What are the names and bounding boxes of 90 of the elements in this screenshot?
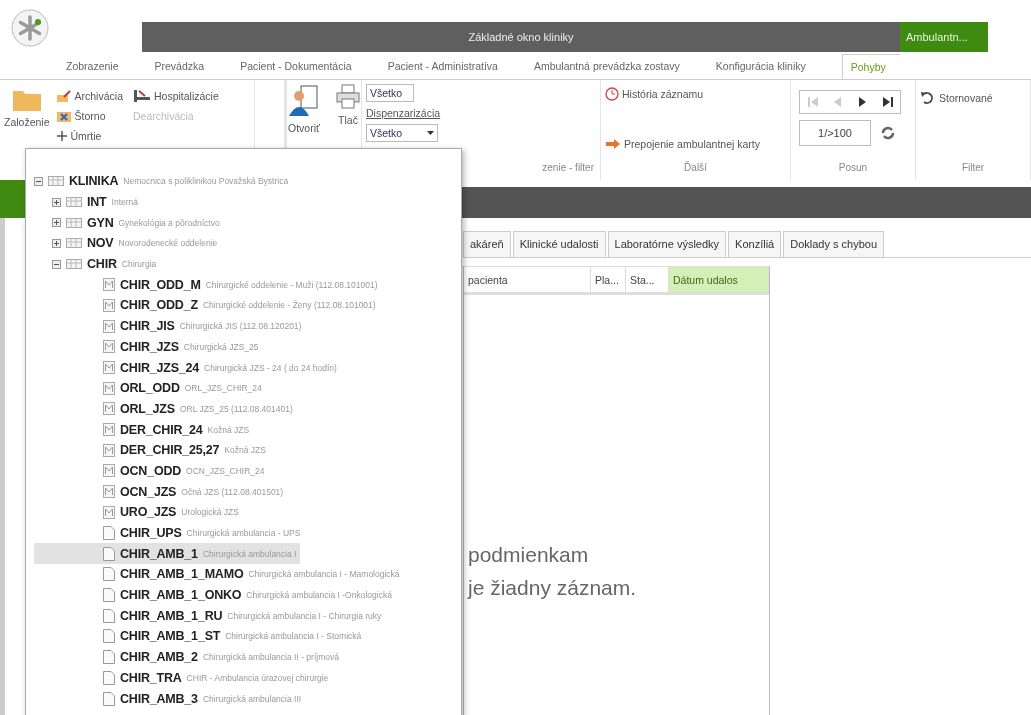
side-tab-strip xyxy=(0,180,25,218)
document-icon xyxy=(103,608,115,623)
group-label: zenie - filter xyxy=(541,162,595,175)
ribbon-action[interactable]: Prepojenie ambulantnej karty xyxy=(605,134,786,154)
open-button[interactable]: Otvoriť xyxy=(287,80,321,180)
arrow-icon xyxy=(605,138,621,150)
document-icon xyxy=(103,526,115,541)
tree-item[interactable]: ORL_JZS ORL JZS_25 (112.08.401401) xyxy=(34,398,297,420)
tree-item[interactable]: CHIR_JIS Chirurgická JIS (112.08.120201) xyxy=(34,315,306,337)
filter-field[interactable]: Všetko xyxy=(366,84,414,102)
tree-item[interactable]: CHIR_TRA CHIR - Ambulancia úrazovej chirurgie xyxy=(34,667,333,689)
tree-item[interactable]: CHIR Chirurgia xyxy=(34,253,161,275)
tree-item[interactable]: URO_JZS Urologická JZS xyxy=(34,502,243,523)
folder-icon xyxy=(11,88,42,112)
expand-icon[interactable] xyxy=(52,197,61,207)
ribbon-action[interactable]: Štorno xyxy=(55,106,123,126)
tree-item[interactable]: GYN Gynekológia a pôrodníctvo xyxy=(34,212,224,234)
tree-item[interactable]: CHIR_ODD_M Chirurgické oddelenie - Muži (112.08.101001) xyxy=(34,274,382,296)
tree-item[interactable]: CHIR_AMB_1_ST Chirurgická ambulancia I - Stomická xyxy=(34,626,366,647)
document-icon xyxy=(103,650,115,665)
tree-item[interactable]: NOV Novorodenecké oddelenie xyxy=(34,233,222,254)
page-indicator: 1/>100 xyxy=(799,120,871,146)
caret-icon xyxy=(427,131,434,135)
ribbon-tab[interactable]: Zobrazenie xyxy=(66,53,133,78)
logo-icon[interactable] xyxy=(10,8,50,48)
ribbon-tab[interactable]: Prevádzka xyxy=(154,53,219,78)
collapse-icon[interactable] xyxy=(52,259,61,269)
context-tab[interactable]: Ambulantn... xyxy=(900,22,988,52)
grid-icon xyxy=(66,259,82,270)
dispensary-dropdown[interactable]: Všetko xyxy=(366,124,438,142)
tree-item[interactable]: CHIR_JZS Chirurgická JZS_25 xyxy=(34,336,263,358)
column-header[interactable]: Dátum udalos xyxy=(669,267,769,292)
ribbon-action[interactable]: História záznamu xyxy=(605,84,786,104)
document-icon xyxy=(103,567,115,582)
document-icon xyxy=(103,629,115,644)
grid-icon xyxy=(66,217,82,228)
collapse-icon[interactable] xyxy=(34,176,43,186)
document-icon xyxy=(103,588,115,603)
ribbon-action[interactable]: Úmrtie xyxy=(55,126,123,146)
group-label: Ďalší xyxy=(683,162,708,175)
dispensary-label: Dispenzarizácia xyxy=(366,106,442,121)
group-label: Posun xyxy=(837,162,869,175)
empty-message: je žiadny záznam. xyxy=(468,576,638,600)
tree-item[interactable]: CHIR_AMB_1_RU Chirurgická ambulancia I - Chirurgia ruky xyxy=(34,605,386,627)
undo-icon xyxy=(920,91,936,105)
tree-item[interactable]: DER_CHIR_25,27 Kožná JZS xyxy=(34,439,270,461)
tree-item[interactable]: ORL_ODD ORL_JZS_CHIR_24 xyxy=(34,377,266,399)
ribbon-tab[interactable]: Pacient - Dokumentácia xyxy=(240,53,366,78)
ribbon-tab[interactable]: Pacient - Administratíva xyxy=(387,53,512,78)
tree-item[interactable]: CHIR_ODD_Z Chirurgické oddelenie - Ženy (112.08.101001) xyxy=(34,295,380,316)
ribbon-tab[interactable]: Ambulantná prevádzka zostavy xyxy=(533,53,694,78)
group-label: Filter xyxy=(960,162,986,175)
tree-item[interactable]: CHIR_AMB_1_MAMO Chirurgická ambulancia I - Mamologická xyxy=(34,564,404,585)
document-icon xyxy=(103,670,115,685)
tab[interactable]: Konzíliá xyxy=(728,231,782,257)
empty-message: podmienkam xyxy=(468,543,590,567)
tree-item[interactable]: CHIR_AMB_2 Chirurgická ambulancia II - príjmová xyxy=(34,646,343,668)
ribbon-tab[interactable]: Konfigurácia kliniky xyxy=(715,53,820,78)
folder-cross-icon xyxy=(55,109,72,123)
clock-icon xyxy=(605,87,619,101)
refresh-icon[interactable] xyxy=(881,126,895,140)
tree-item[interactable]: CHIR_UPS Chirurgická ambulancia - UPS xyxy=(34,522,305,544)
tree-item[interactable]: OCN_ODD OCN_JZS_CHIR_24 xyxy=(34,460,269,482)
tree-item[interactable]: INT Interná xyxy=(34,191,142,213)
archive-icon xyxy=(55,89,72,103)
tab[interactable]: Klinické udalosti xyxy=(512,231,606,257)
ribbon-action[interactable]: Archivácia xyxy=(55,86,123,106)
tree-item[interactable]: CHIR_AMB_1_ONKO Chirurgická ambulancia I -Onkologická xyxy=(34,584,396,606)
expand-icon[interactable] xyxy=(52,218,61,228)
last-page-icon[interactable] xyxy=(881,96,894,108)
grid-icon xyxy=(66,197,82,208)
ribbon-action[interactable]: Hospitalizácie xyxy=(132,86,219,106)
print-button[interactable]: Tlač xyxy=(335,80,361,180)
tree-item[interactable]: DER_CHIR_24 Kožná JZS xyxy=(34,419,254,440)
grid-icon xyxy=(48,176,64,187)
tree-item[interactable]: CHIR_AMB_3 Chirurgická ambulancia III xyxy=(34,688,306,709)
tree-item[interactable]: OCN_JZS Očná JZS (112.08.401501) xyxy=(34,481,288,502)
window-title: Základné okno kliniky xyxy=(142,22,900,52)
cancelled-button[interactable]: Stornované xyxy=(920,88,993,108)
grid-icon xyxy=(66,238,82,249)
expand-icon[interactable] xyxy=(52,238,61,248)
tab[interactable]: Laboratórne výsledky xyxy=(607,231,727,257)
document-icon xyxy=(103,546,115,561)
tree-item[interactable]: CHIR_JZS_24 Chirurgická JZS - 24 ( do 24 hodín) xyxy=(34,357,341,378)
plus-icon xyxy=(55,130,68,142)
person-document-icon xyxy=(287,84,321,118)
tab[interactable]: akáreň xyxy=(463,231,511,257)
document-icon xyxy=(103,691,115,706)
tab[interactable]: Doklady s chybou xyxy=(783,231,885,257)
ribbon-tab[interactable]: Pohyby xyxy=(841,53,900,79)
